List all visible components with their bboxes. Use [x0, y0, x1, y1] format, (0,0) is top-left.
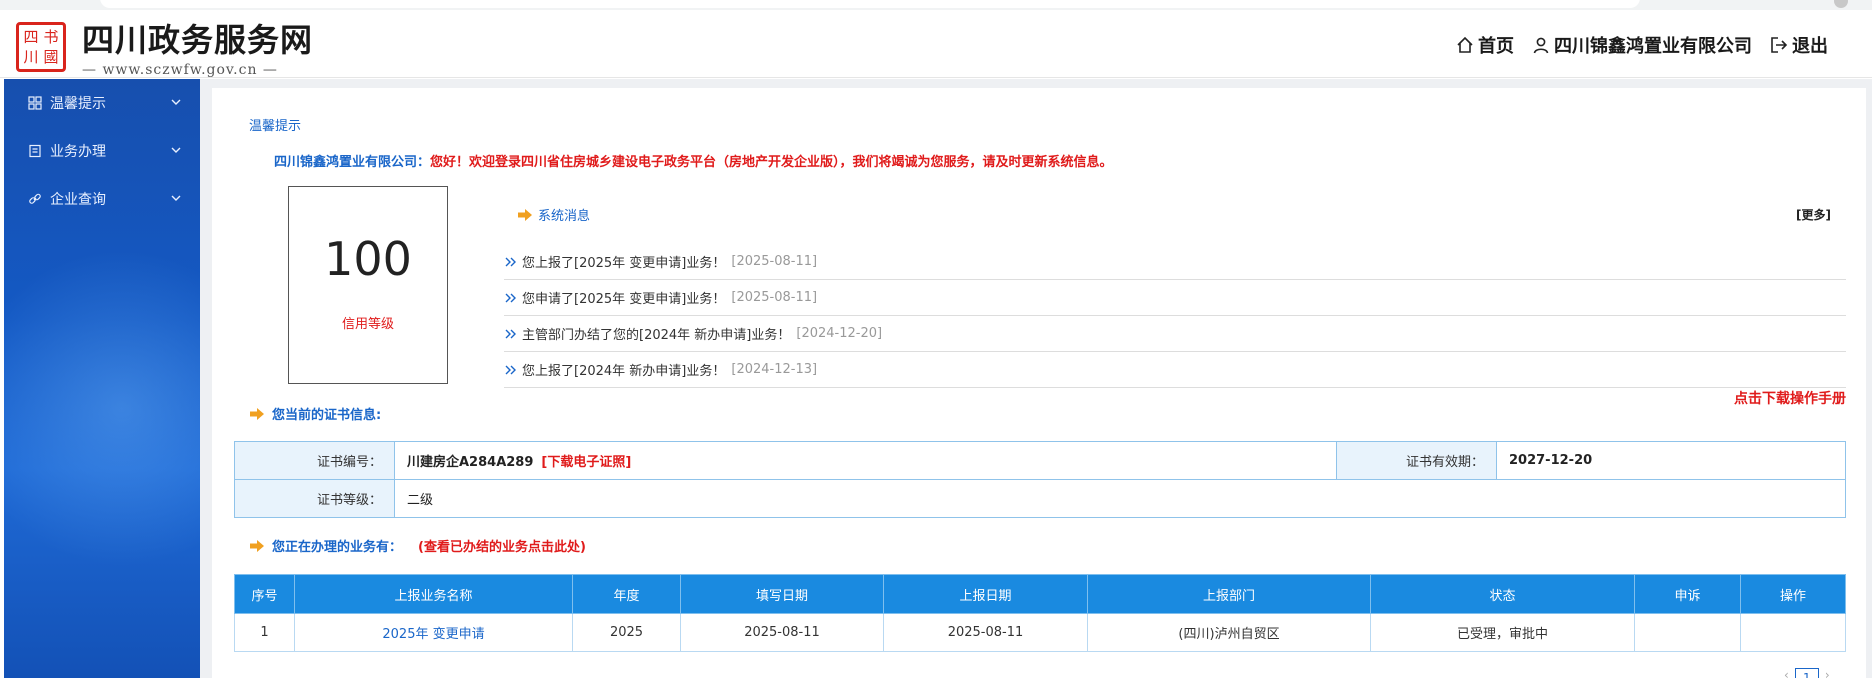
double-chevron-icon [505, 329, 516, 338]
table-row: 证书等级： 二级 [234, 479, 1846, 518]
business-heading: 您正在办理的业务有： (查看已办结的业务点击此处) [250, 536, 586, 555]
cert-expiry-value: 2027-12-20 [1496, 441, 1846, 480]
company-link[interactable]: 四川锦鑫鸿置业有限公司 [1532, 32, 1752, 58]
pagination: ‹ 1 › [1784, 668, 1830, 678]
cert-level-value: 二级 [394, 479, 1846, 518]
chevron-down-icon [171, 99, 181, 105]
more-link[interactable]: [更多] [1796, 206, 1831, 223]
arrow-right-icon [250, 539, 264, 552]
site-header: 四书 川國 四川政务服务网 — www.sczwfw.gov.cn — 首页 四… [0, 10, 1872, 78]
col-header: 上报部门 [1087, 574, 1371, 614]
system-messages-heading: 系统消息 [518, 205, 590, 224]
cert-number-value: 川建房企A284A289 [407, 455, 534, 470]
list-item[interactable]: 主管部门办结了您的[2024年 新办申请]业务！ [2024-12-20] [504, 316, 1846, 352]
logo-seal-icon: 四书 川國 [16, 22, 66, 72]
home-icon [1457, 36, 1473, 53]
grid-icon [28, 96, 42, 110]
sidebar-item-query[interactable]: 企业查询 [4, 175, 200, 223]
arrow-right-icon [518, 208, 532, 221]
col-header: 上报业务名称 [294, 574, 573, 614]
cell-appeal[interactable] [1634, 613, 1741, 652]
cell-dept: (四川)泸州自贸区 [1087, 613, 1371, 652]
col-header: 填写日期 [680, 574, 884, 614]
business-name-link[interactable]: 2025年 变更申请 [294, 613, 573, 652]
sidebar-item-label: 企业查询 [50, 192, 106, 208]
sidebar-item-label: 温馨提示 [50, 96, 106, 112]
chevron-down-icon [171, 195, 181, 201]
certificate-heading: 您当前的证书信息: [250, 404, 381, 423]
logout-link[interactable]: 退出 [1770, 32, 1828, 58]
document-icon [29, 144, 41, 158]
site-url: — www.sczwfw.gov.cn — [82, 62, 278, 78]
credit-score: 100 [324, 232, 412, 286]
table-header-row: 序号 上报业务名称 年度 填写日期 上报日期 上报部门 状态 申诉 操作 [234, 574, 1846, 614]
logout-icon [1771, 37, 1788, 53]
next-page-icon[interactable]: › [1825, 668, 1830, 678]
cell-no: 1 [234, 613, 295, 652]
list-item[interactable]: 您上报了[2024年 新办申请]业务！ [2024-12-13] [504, 352, 1846, 388]
col-header: 上报日期 [883, 574, 1088, 614]
top-nav: 首页 四川锦鑫鸿置业有限公司 退出 [1456, 32, 1828, 58]
address-bar[interactable] [100, 0, 1640, 8]
chevron-down-icon [171, 147, 181, 153]
cell-report-date: 2025-08-11 [883, 613, 1088, 652]
double-chevron-icon [505, 293, 516, 302]
prev-page-icon[interactable]: ‹ [1784, 668, 1789, 678]
col-header: 状态 [1370, 574, 1635, 614]
col-header: 序号 [234, 574, 295, 614]
certificate-table: 证书编号： 川建房企A284A289 [下载电子证照] 证书有效期： 2027-1… [234, 441, 1846, 518]
credit-label: 信用等级 [341, 317, 394, 332]
sidebar-item-tips[interactable]: 温馨提示 [4, 79, 200, 127]
home-link[interactable]: 首页 [1456, 32, 1514, 58]
user-icon [1533, 37, 1549, 54]
sidebar-item-business[interactable]: 业务办理 [4, 127, 200, 175]
cert-number-label: 证书编号： [234, 441, 395, 480]
table-row: 1 2025年 变更申请 2025 2025-08-11 2025-08-11 … [234, 613, 1846, 652]
page-number[interactable]: 1 [1794, 668, 1819, 678]
arrow-right-icon [250, 407, 264, 420]
cert-number-cell: 川建房企A284A289 [下载电子证照] [394, 441, 1337, 480]
cell-fill-date: 2025-08-11 [680, 613, 884, 652]
tip-title: 温馨提示 [249, 119, 302, 134]
browser-chrome [0, 0, 1872, 10]
sidebar: 温馨提示 业务办理 企业查询 [4, 79, 200, 678]
site-title: 四川政务服务网 [82, 21, 314, 59]
welcome-text: 您好！欢迎登录四川省住房城乡建设电子政务平台（房地产开发企业版），我们将竭诚为您… [430, 155, 1113, 170]
table-row: 证书编号： 川建房企A284A289 [下载电子证照] 证书有效期： 2027-1… [234, 441, 1846, 480]
business-table: 序号 上报业务名称 年度 填写日期 上报日期 上报部门 状态 申诉 操作 1 2… [234, 574, 1846, 652]
sidebar-item-label: 业务办理 [50, 144, 106, 160]
welcome-message: 四川锦鑫鸿置业有限公司：您好！欢迎登录四川省住房城乡建设电子政务平台（房地产开发… [274, 151, 1113, 170]
download-manual-link[interactable]: 点击下载操作手册 [1734, 388, 1846, 408]
col-header: 年度 [572, 574, 681, 614]
double-chevron-icon [505, 257, 516, 266]
col-header: 操作 [1740, 574, 1846, 614]
message-list: 您上报了[2025年 变更申请]业务！ [2025-08-11] 您申请了[202… [504, 244, 1846, 388]
cell-action[interactable] [1740, 613, 1846, 652]
view-completed-link[interactable]: (查看已办结的业务点击此处) [418, 536, 586, 555]
list-item[interactable]: 您申请了[2025年 变更申请]业务！ [2025-08-11] [504, 280, 1846, 316]
double-chevron-icon [505, 365, 516, 374]
col-header: 申诉 [1634, 574, 1741, 614]
link-icon [29, 193, 41, 204]
list-item[interactable]: 您上报了[2025年 变更申请]业务！ [2025-08-11] [504, 244, 1846, 280]
cert-expiry-label: 证书有效期： [1336, 441, 1497, 480]
welcome-company: 四川锦鑫鸿置业有限公司： [274, 155, 431, 170]
cell-year: 2025 [572, 613, 681, 652]
profile-icon[interactable] [1834, 0, 1848, 8]
download-certificate-link[interactable]: [下载电子证照] [541, 455, 631, 470]
cell-status: 已受理，审批中 [1370, 613, 1635, 652]
cert-level-label: 证书等级： [234, 479, 395, 518]
credit-rating-box: 100 信用等级 [288, 186, 448, 384]
